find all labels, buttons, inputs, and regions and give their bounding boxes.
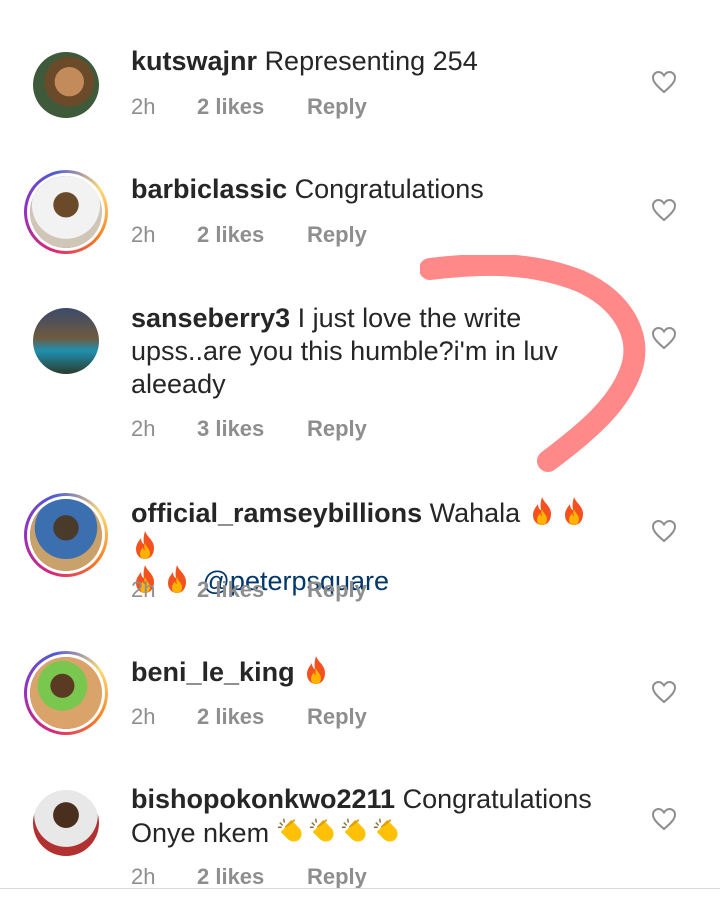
comment-time: 2h	[131, 222, 156, 247]
comment-text: beni_le_king	[131, 655, 621, 689]
heart-outline-icon[interactable]	[651, 807, 677, 831]
heart-outline-icon[interactable]	[651, 70, 677, 94]
fire-emoji	[560, 496, 588, 526]
avatar-official-ramseybillions[interactable]	[24, 493, 108, 577]
reply-button[interactable]: Reply	[307, 94, 367, 120]
avatar-beni-le-king[interactable]	[24, 651, 108, 735]
comment-text: barbiclassic Congratulations	[131, 173, 621, 206]
avatar-image	[33, 308, 99, 374]
comment-time: 2h	[131, 864, 156, 889]
comment-username[interactable]: official_ramseybillions	[131, 498, 422, 528]
avatar-bishopokonkwo2211[interactable]	[24, 781, 108, 865]
avatar-sanseberry3[interactable]	[24, 299, 108, 383]
clapping-hands-emoji	[309, 816, 337, 846]
comment-likes[interactable]: 2 likes	[197, 222, 307, 248]
comment-time: 2h	[131, 416, 156, 441]
fire-emoji	[302, 655, 330, 685]
comment-body: Wahala	[429, 498, 521, 528]
comment-time: 2h	[131, 94, 156, 119]
fire-emoji	[131, 530, 159, 560]
reply-button[interactable]: Reply	[307, 222, 367, 248]
reply-button[interactable]: Reply	[307, 864, 367, 890]
clapping-hands-emoji	[277, 816, 305, 846]
comment-text: kutswajnr Representing 254	[131, 45, 621, 78]
reply-button[interactable]: Reply	[307, 577, 367, 603]
comment-meta: 2h 2 likes Reply	[131, 94, 367, 120]
comment-likes[interactable]: 3 likes	[197, 416, 307, 442]
comment-text: bishopokonkwo2211 Congratulations Onye n…	[131, 783, 611, 850]
comment-likes[interactable]: 2 likes	[197, 864, 307, 890]
avatar-image	[30, 176, 102, 248]
comment-meta: 2h 2 likes Reply	[131, 704, 367, 730]
comment-time: 2h	[131, 577, 156, 602]
comment-meta: 2h 2 likes Reply	[131, 864, 367, 890]
bottom-divider	[0, 888, 720, 889]
comment-meta: 2h 3 likes Reply	[131, 416, 367, 442]
comment-likes[interactable]: 2 likes	[197, 577, 307, 603]
comment-body: Representing 254	[264, 46, 478, 76]
comment-meta: 2h 2 likes Reply	[131, 222, 367, 248]
annotation-stroke	[420, 255, 646, 472]
avatar-barbiclassic[interactable]	[24, 170, 108, 254]
comment-username[interactable]: barbiclassic	[131, 174, 287, 204]
comment-body: Congratulations	[294, 174, 484, 204]
comment-time: 2h	[131, 704, 156, 729]
comment-likes[interactable]: 2 likes	[197, 704, 307, 730]
avatar-image	[33, 790, 99, 856]
avatar-image	[30, 657, 102, 729]
heart-outline-icon[interactable]	[651, 680, 677, 704]
reply-button[interactable]: Reply	[307, 704, 367, 730]
comment-username[interactable]: bishopokonkwo2211	[131, 784, 395, 814]
avatar-kutswajnr[interactable]	[24, 43, 108, 127]
clapping-hands-emoji	[341, 816, 369, 846]
comment-username[interactable]: beni_le_king	[131, 657, 295, 687]
comment-username[interactable]: sanseberry3	[131, 303, 290, 333]
fire-emoji	[528, 496, 556, 526]
comment-username[interactable]: kutswajnr	[131, 46, 257, 76]
heart-outline-icon[interactable]	[651, 519, 677, 543]
clapping-hands-emoji	[373, 816, 401, 846]
heart-outline-icon[interactable]	[651, 198, 677, 222]
avatar-image	[33, 52, 99, 118]
comment-likes[interactable]: 2 likes	[197, 94, 307, 120]
comment-meta: 2h 2 likes Reply	[131, 577, 367, 603]
avatar-image	[30, 499, 102, 571]
reply-button[interactable]: Reply	[307, 416, 367, 442]
